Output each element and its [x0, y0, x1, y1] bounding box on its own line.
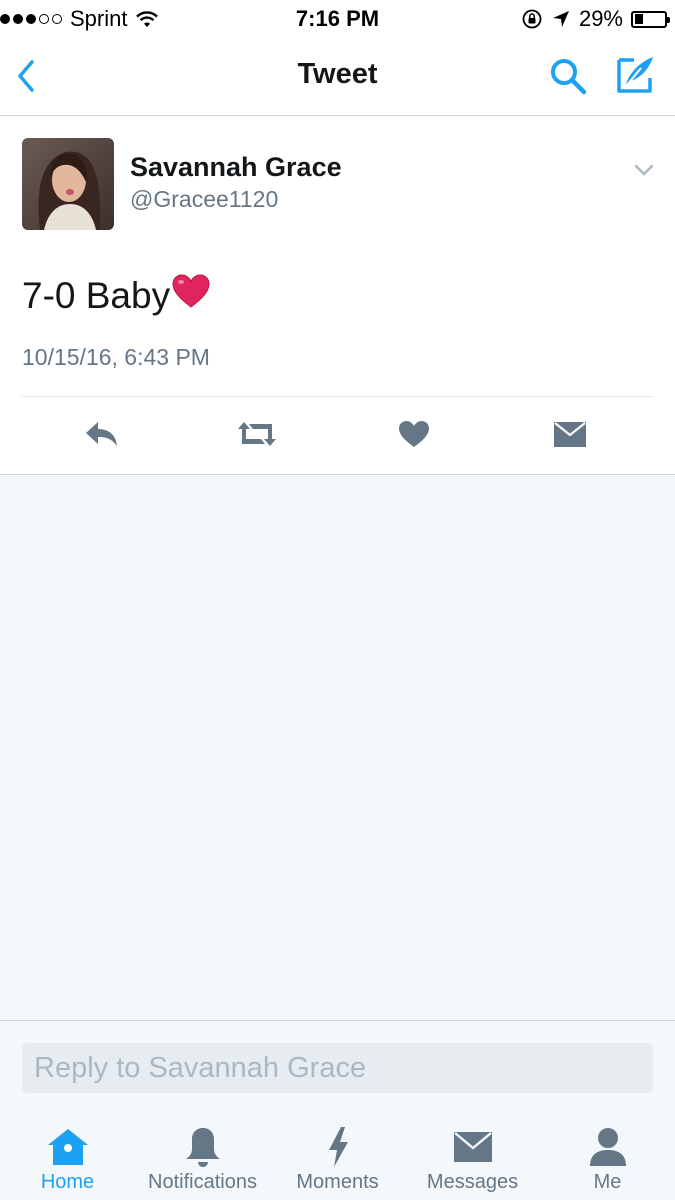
- status-bar: Sprint 7:16 PM 29%: [0, 0, 675, 38]
- heart-icon: [399, 421, 429, 447]
- tab-label: Messages: [426, 1171, 519, 1193]
- tab-me[interactable]: Me: [540, 1100, 675, 1200]
- tab-label: Moments: [296, 1171, 379, 1193]
- tweet-text: 7-0 Baby: [22, 274, 210, 317]
- tab-notifications[interactable]: Notifications: [135, 1100, 270, 1200]
- location-arrow-icon: [551, 9, 571, 29]
- chevron-down-icon: [634, 164, 654, 176]
- tweet-timestamp: 10/15/16, 6:43 PM: [22, 344, 210, 370]
- nav-bar: Tweet: [0, 38, 675, 116]
- reply-button[interactable]: [77, 412, 127, 456]
- home-icon: [47, 1129, 88, 1165]
- tweet-options-button[interactable]: [630, 156, 658, 184]
- reply-icon: [86, 422, 117, 446]
- battery-percentage: 29%: [578, 6, 623, 31]
- user-display-name[interactable]: Savannah Grace: [130, 152, 342, 183]
- envelope-icon: [554, 422, 586, 447]
- search-button[interactable]: [546, 54, 590, 98]
- user-handle[interactable]: @Gracee1120: [130, 186, 278, 213]
- tab-moments[interactable]: Moments: [270, 1100, 405, 1200]
- tab-label: Me: [593, 1171, 622, 1193]
- search-icon: [551, 59, 587, 95]
- reply-input[interactable]: [22, 1043, 653, 1093]
- compose-tweet-icon: [617, 57, 653, 93]
- bell-icon: [185, 1128, 220, 1167]
- tweet-detail: Savannah Grace @Gracee1120 7-0 Baby 10/1…: [0, 116, 675, 475]
- direct-message-button[interactable]: [545, 412, 595, 456]
- lightning-icon: [328, 1127, 348, 1167]
- tab-label: Home: [40, 1171, 95, 1193]
- person-icon: [589, 1128, 626, 1166]
- like-button[interactable]: [389, 412, 439, 456]
- reply-bar: [0, 1020, 675, 1101]
- tweet-text-content: 7-0 Baby: [22, 274, 171, 316]
- rotation-lock-icon: [521, 8, 543, 30]
- compose-tweet-button[interactable]: [612, 52, 658, 98]
- divider: [22, 396, 653, 397]
- tab-bar: Home Notifications Moments Messages Me: [0, 1100, 675, 1200]
- tab-messages[interactable]: Messages: [405, 1100, 540, 1200]
- retweet-button[interactable]: [232, 412, 282, 456]
- status-bar-right: 29%: [521, 6, 670, 32]
- battery-icon: [631, 10, 670, 28]
- envelope-icon: [453, 1132, 492, 1162]
- empty-content-area: [0, 475, 675, 1020]
- avatar[interactable]: [22, 138, 114, 230]
- tab-home[interactable]: Home: [0, 1100, 135, 1200]
- tab-label: Notifications: [148, 1171, 257, 1193]
- retweet-icon: [238, 422, 276, 446]
- red-heart-emoji: [172, 274, 210, 317]
